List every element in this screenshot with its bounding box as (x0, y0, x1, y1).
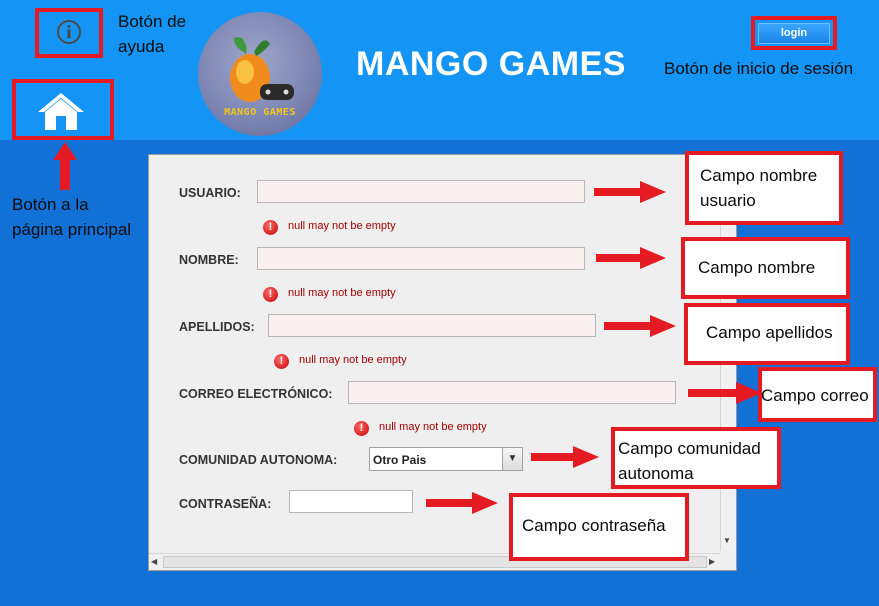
comunidad-select[interactable]: Otro Pais ▼ (369, 447, 523, 471)
nombre-annotation: Campo nombre (698, 258, 816, 277)
correo-label: CORREO ELECTRÓNICO: (179, 387, 333, 401)
nombre-error-icon: ! (263, 287, 278, 302)
login-button[interactable]: login (758, 23, 830, 44)
correo-input[interactable] (348, 381, 676, 404)
home-annotation: Botón a la página principal (12, 195, 132, 239)
contrasena-annotation-arrow (426, 492, 498, 514)
apellidos-error-text: null may not be empty (299, 354, 407, 366)
comunidad-selected-value: Otro Pais (373, 453, 427, 467)
apellidos-label: APELLIDOS: (179, 320, 255, 334)
contrasena-annotation: Campo contraseña (522, 516, 666, 535)
apellidos-annotation-arrow (604, 315, 676, 337)
apellidos-annotation: Campo apellidos (706, 323, 833, 342)
scroll-down-icon[interactable]: ▼ (723, 536, 731, 545)
home-icon (38, 93, 84, 130)
contrasena-input[interactable] (289, 490, 413, 513)
help-button[interactable] (52, 15, 86, 49)
chevron-down-icon[interactable]: ▼ (502, 448, 522, 470)
correo-error-icon: ! (354, 421, 369, 436)
usuario-error-text: null may not be empty (288, 220, 396, 232)
scroll-right-icon[interactable]: ▶ (709, 557, 715, 566)
help-annotation: Botón de ayuda (118, 12, 187, 56)
usuario-error-icon: ! (263, 220, 278, 235)
nombre-input[interactable] (257, 247, 585, 270)
brand-title: MANGO GAMES (356, 45, 626, 83)
comunidad-annotation-arrow (531, 446, 599, 468)
nombre-annotation-arrow (596, 247, 666, 269)
comunidad-annotation: Campo comunidad autonoma (618, 439, 761, 483)
comunidad-label: COMUNIDAD AUTONOMA: (179, 453, 338, 467)
mango-games-logo: MANGO GAMES (198, 12, 322, 136)
correo-annotation: Campo correo (761, 386, 869, 405)
scroll-left-icon[interactable]: ◀ (151, 557, 157, 566)
contrasena-label: CONTRASEÑA: (179, 497, 272, 511)
usuario-annotation: Campo nombre usuario (700, 166, 818, 210)
correo-error-text: null may not be empty (379, 421, 487, 433)
apellidos-input[interactable] (268, 314, 596, 337)
home-annotation-arrow (53, 142, 77, 190)
nombre-label: NOMBRE: (179, 253, 239, 267)
nombre-error-text: null may not be empty (288, 287, 396, 299)
usuario-input[interactable] (257, 180, 585, 203)
info-icon (57, 20, 81, 44)
correo-annotation-arrow (688, 382, 762, 404)
logo-text: MANGO GAMES (224, 107, 296, 118)
apellidos-error-icon: ! (274, 354, 289, 369)
login-annotation: Botón de inicio de sesión (664, 59, 854, 78)
usuario-annotation-arrow (594, 181, 666, 203)
usuario-label: USUARIO: (179, 186, 241, 200)
home-button[interactable] (36, 90, 86, 132)
